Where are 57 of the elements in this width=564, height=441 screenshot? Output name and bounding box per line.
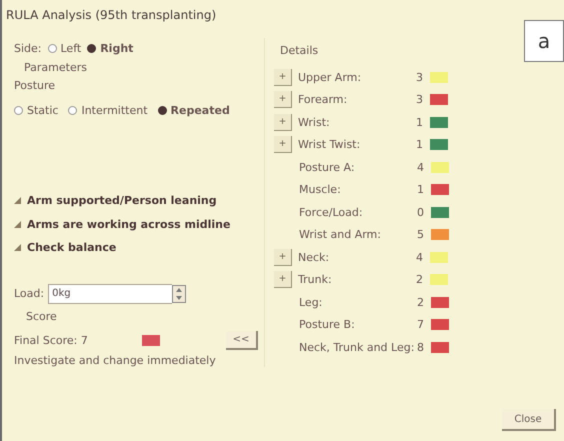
load-label: Load: xyxy=(14,287,44,300)
detail-label: Wrist Twist: xyxy=(298,138,362,152)
detail-score: 1 xyxy=(417,183,425,196)
detail-score: 1 xyxy=(416,138,424,152)
option-label: Arms are working across midline xyxy=(27,218,230,231)
detail-label: Wrist: xyxy=(298,116,331,129)
detail-label: Posture A: xyxy=(299,160,356,174)
radio-option[interactable]: Repeated xyxy=(158,104,230,116)
triangle-icon xyxy=(14,244,21,252)
expand-button[interactable]: + xyxy=(274,271,292,288)
detail-label: Upper Arm: xyxy=(298,70,362,84)
advice-text: Investigate and change immediately xyxy=(14,354,217,366)
triangle-icon xyxy=(14,197,21,204)
final-score: Final Score: 7 xyxy=(14,334,89,347)
expand-button[interactable]: + xyxy=(274,68,292,86)
radio-option[interactable]: Right xyxy=(87,42,134,54)
detail-score: 7 xyxy=(417,318,425,332)
expand-button[interactable]: + xyxy=(274,248,292,266)
window-title: RULA Analysis (95th transplanting) xyxy=(5,7,218,24)
detail-score: 3 xyxy=(416,93,424,106)
option-label: Check balance xyxy=(27,241,116,254)
option-label: Arm supported/Person leaning xyxy=(27,194,217,208)
detail-score: 4 xyxy=(417,160,425,174)
radio-option[interactable]: Intermittent xyxy=(68,104,148,116)
detail-label: Neck, Trunk and Leg: xyxy=(299,340,416,354)
detail-label: Force/Load: xyxy=(299,206,364,219)
section-heading: Parameters xyxy=(24,61,87,76)
panel-label: a xyxy=(524,20,564,62)
detail-label: Wrist and Arm: xyxy=(299,228,382,242)
expand-button[interactable]: + xyxy=(274,114,292,131)
detail-label: Leg: xyxy=(299,296,324,309)
close-button[interactable]: Close xyxy=(502,409,556,431)
collapse-button[interactable]: << xyxy=(226,331,258,350)
detail-score: 0 xyxy=(417,206,425,219)
detail-label: Neck: xyxy=(298,250,330,264)
detail-score: 4 xyxy=(416,250,424,264)
triangle-icon xyxy=(14,220,21,228)
detail-label: Forearm: xyxy=(298,93,348,106)
detail-score: 2 xyxy=(417,296,425,309)
section-heading: Details xyxy=(280,44,318,59)
detail-score: 3 xyxy=(416,70,424,84)
detail-label: Trunk: xyxy=(298,273,333,286)
detail-score: 8 xyxy=(417,340,425,354)
side-label: Side: xyxy=(14,42,42,54)
expand-button[interactable]: + xyxy=(274,91,292,108)
expand-button[interactable]: + xyxy=(274,136,292,154)
detail-score: 2 xyxy=(416,273,424,286)
detail-label: Posture B: xyxy=(299,318,356,332)
posture-label: Posture xyxy=(14,79,56,94)
detail-score: 1 xyxy=(416,116,424,129)
load-field[interactable]: 0kg xyxy=(48,284,172,304)
radio-option[interactable]: Left xyxy=(48,42,82,54)
section-heading: Score xyxy=(26,310,57,324)
radio-option[interactable]: Static xyxy=(14,104,58,116)
spinner-icon[interactable] xyxy=(172,284,186,304)
detail-label: Muscle: xyxy=(299,183,342,196)
detail-score: 5 xyxy=(417,228,425,242)
